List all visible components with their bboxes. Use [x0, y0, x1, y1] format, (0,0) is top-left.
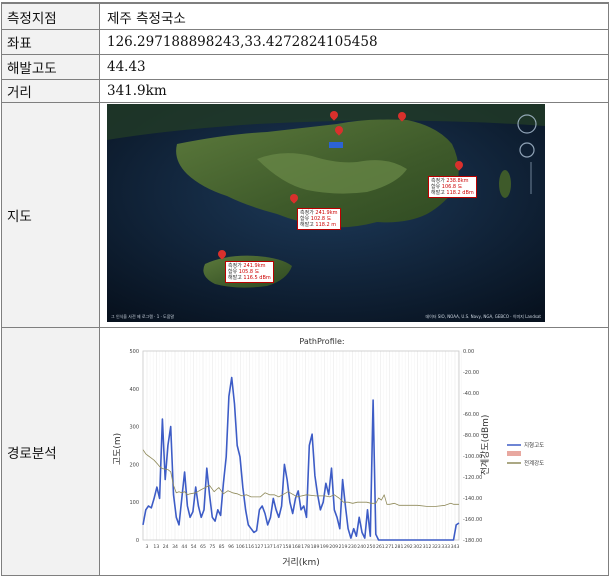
x-tick-label: 96: [228, 544, 234, 550]
row-elevation: 해발고도 44.43: [1, 54, 609, 79]
label-map: 지도: [1, 103, 100, 327]
x-tick-label: 189: [311, 544, 320, 550]
label-coordinates: 좌표: [1, 30, 100, 54]
y-right-tick-label: -80.00: [463, 433, 479, 439]
x-tick-label: 44: [181, 544, 187, 550]
value-measure-point: 제주 측정국소: [107, 10, 186, 27]
value-coordinates: 126.297188898243,33.4272824105458: [107, 34, 378, 50]
info-sheet: 측정지점 제주 측정국소 좌표 126.297188898243,33.4272…: [0, 0, 615, 579]
y-left-tick-label: 300: [129, 425, 139, 431]
x-tick-label: 13: [153, 544, 159, 550]
chart-legend: 지형고도전계강도: [507, 441, 544, 467]
value-distance: 341.9km: [107, 83, 167, 99]
x-tick-label: 147: [273, 544, 282, 550]
x-tick-label: 261: [376, 544, 385, 550]
chart-title: PathProfile:: [299, 337, 344, 346]
map-callout: 측정가 238.8km 함유 106.8 도 해발고 118.2 dBm: [428, 176, 477, 198]
y-left-tick-label: 0: [136, 538, 139, 544]
x-tick-label: 127: [255, 544, 264, 550]
map-footer-left: 그 인식을 사전 제 로그램 · 1 · 도움말: [111, 314, 175, 319]
x-tick-label: 343: [451, 544, 460, 550]
x-tick-label: 34: [172, 544, 178, 550]
x-axis-label: 거리(km): [282, 557, 320, 568]
path-profile-chart: PathProfile: 0 100 200 300 400 500 -180.00 -16…: [113, 337, 544, 568]
x-tick-label: 75: [209, 544, 215, 550]
x-tick-label: 65: [200, 544, 206, 550]
map-callout: 측정가 241.9km 함유 102.8 도 해발고 118.2 m: [297, 208, 341, 230]
x-tick-label: 219: [339, 544, 348, 550]
y-axis-left: 0 100 200 300 400 500: [129, 349, 139, 544]
x-tick-label: 302: [413, 544, 422, 550]
x-tick-label: 24: [163, 544, 169, 550]
y-right-tick-label: -120.00: [463, 475, 482, 481]
x-tick-label: 199: [320, 544, 329, 550]
legend-label: 전계강도: [524, 459, 544, 467]
x-tick-label: 3: [146, 544, 149, 550]
label-measure-point: 측정지점: [1, 4, 100, 29]
y-left-tick-label: 500: [129, 349, 139, 355]
y-right-tick-label: 0.00: [463, 349, 474, 355]
x-tick-label: 209: [329, 544, 338, 550]
x-tick-label: 54: [191, 544, 197, 550]
x-tick-label: 333: [441, 544, 450, 550]
row-distance: 거리 341.9km: [1, 79, 609, 102]
x-tick-label: 312: [423, 544, 432, 550]
x-tick-label: 178: [301, 544, 310, 550]
map-callout: 측정가 241.9km 함유 105.8 도 해발고 116.5 dBm: [225, 261, 274, 283]
y-right-tick-label: -140.00: [463, 496, 482, 502]
x-tick-label: 116: [245, 544, 254, 550]
x-tick-label: 137: [264, 544, 273, 550]
y-left-tick-label: 400: [129, 387, 139, 393]
x-tick-label: 158: [283, 544, 292, 550]
x-tick-label: 292: [404, 544, 413, 550]
row-coordinates: 좌표 126.297188898243,33.4272824105458: [1, 29, 609, 54]
legend-swatch: [507, 451, 521, 456]
x-tick-label: 250: [367, 544, 376, 550]
legend-label: 지형고도: [524, 441, 544, 449]
x-tick-label: 168: [292, 544, 301, 550]
x-tick-label: 230: [348, 544, 357, 550]
value-elevation: 44.43: [107, 59, 146, 75]
x-tick-label: 281: [395, 544, 404, 550]
y-right-tick-label: -160.00: [463, 517, 482, 523]
y-axis-right: -180.00 -160.00 -140.00 -120.00 -100.00 -80.0…: [463, 349, 482, 544]
chart-grid: [146, 351, 462, 540]
y-right-tick-label: -180.00: [463, 538, 482, 544]
label-elevation: 해발고도: [1, 55, 100, 79]
y-left-tick-label: 100: [129, 500, 139, 506]
x-tick-label: 271: [385, 544, 394, 550]
y-axis-left-label: 고도(m): [113, 433, 123, 465]
y-right-tick-label: -60.00: [463, 412, 479, 418]
site-marker: [329, 142, 343, 148]
ulleung-island: [499, 170, 511, 198]
x-tick-label: 85: [219, 544, 225, 550]
y-axis-right-label: 전계강도(dBm): [479, 415, 491, 476]
x-tick-label: 240: [357, 544, 366, 550]
x-tick-label: 106: [236, 544, 245, 550]
y-right-tick-label: -20.00: [463, 370, 479, 376]
row-measure-point: 측정지점 제주 측정국소: [1, 3, 609, 29]
label-distance: 거리: [1, 80, 100, 102]
x-axis: 3 13 24 34 44 54 65 75 85 96 106 116 127 137 147 158 168…: [146, 544, 460, 550]
label-path-analysis: 경로분석: [1, 328, 100, 576]
y-left-tick-label: 200: [129, 462, 139, 468]
map-footer-right: 데이터 SIO, NOAA, U.S. Navy, NGA, GEBCO · 이…: [425, 314, 541, 319]
y-right-tick-label: -100.00: [463, 454, 482, 460]
y-right-tick-label: -40.00: [463, 391, 479, 397]
satellite-map[interactable]: 측정가 241.9km 함유 102.8 도 해발고 118.2 m 측정가 2…: [107, 104, 545, 322]
x-tick-label: 323: [432, 544, 441, 550]
